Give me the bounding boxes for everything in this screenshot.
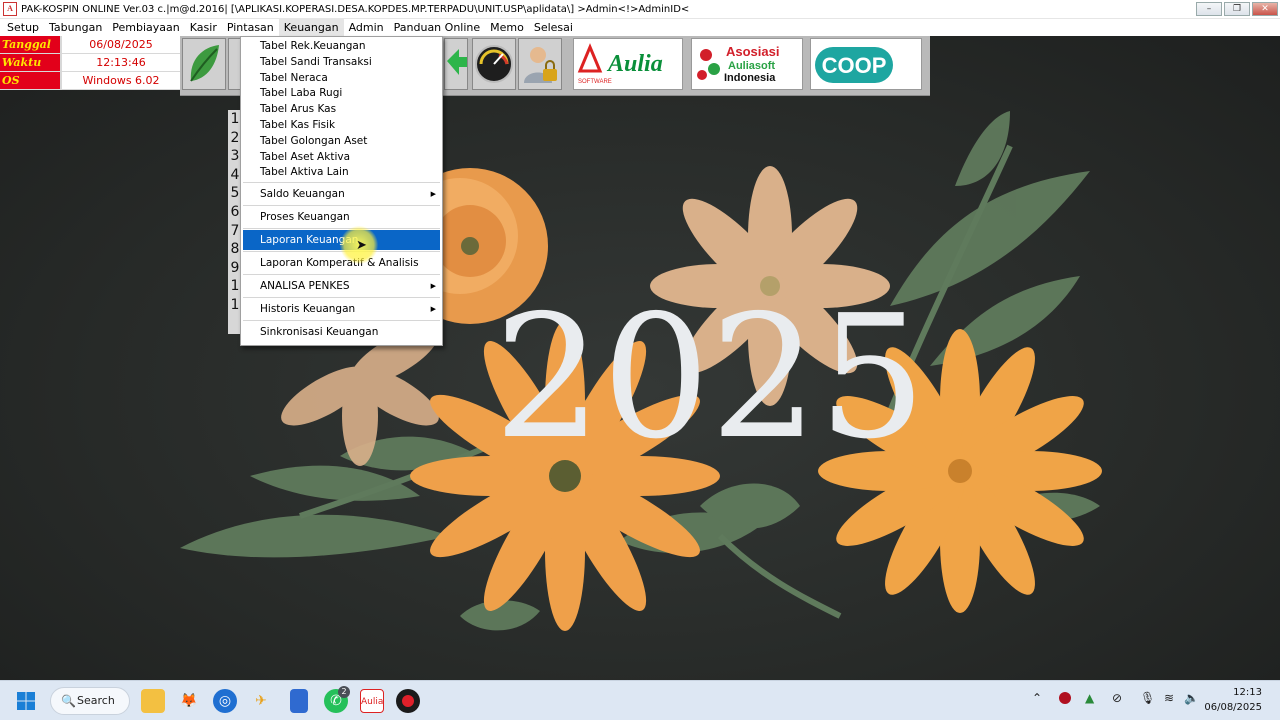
menu-saldo-keuangan[interactable]: Saldo Keuangan ▶ (241, 184, 442, 204)
notification-badge: 2 (338, 686, 350, 698)
paper-flower-artwork: 2025 (180, 111, 1102, 631)
menu-proses-keuangan[interactable]: Proses Keuangan (241, 207, 442, 227)
time-value: 12:13:46 (62, 54, 180, 71)
menu-tabel-laba-rugi[interactable]: Tabel Laba Rugi (241, 86, 442, 102)
taskbar-search[interactable]: 🔍 Search (50, 687, 130, 715)
microphone-icon[interactable]: 🎙 (1140, 691, 1155, 705)
menu-separator (243, 297, 440, 299)
menu-pembiayaan[interactable]: Pembiayaan (107, 19, 184, 36)
menu-tabel-sandi-transaksi[interactable]: Tabel Sandi Transaksi (241, 55, 442, 71)
minimize-button[interactable]: – (1196, 2, 1222, 16)
network-off-icon[interactable]: ⊘ (1112, 691, 1122, 705)
search-label: Search (77, 694, 115, 707)
menu-panduan-online[interactable]: Panduan Online (389, 19, 486, 36)
menu-analisa-penkes[interactable]: ANALISA PENKES ▶ (241, 276, 442, 296)
gauge-tool-button[interactable] (472, 38, 516, 90)
menu-laporan-komperatif-analisis[interactable]: Laporan Komperatif & Analisis (241, 253, 442, 273)
app-icon[interactable]: A (3, 2, 17, 16)
bird-app-icon[interactable]: ✈ (249, 689, 273, 713)
title-bar: A PAK-KOSPIN ONLINE Ver.03 c.|m@d.2016| … (0, 0, 1280, 19)
speedometer-icon (475, 45, 513, 83)
menu-tabel-kas-fisik[interactable]: Tabel Kas Fisik (241, 118, 442, 134)
menu-separator (243, 274, 440, 276)
window-title: PAK-KOSPIN ONLINE Ver.03 c.|m@d.2016| [\… (21, 3, 690, 15)
menu-saldo-keuangan-label: Saldo Keuangan (260, 188, 345, 201)
menu-tabungan[interactable]: Tabungan (44, 19, 107, 36)
menu-separator (243, 320, 440, 322)
leaf-tool-button[interactable] (182, 38, 226, 90)
fox-app-icon[interactable]: 🦊 (177, 689, 201, 713)
menu-tabel-arus-kas[interactable]: Tabel Arus Kas (241, 102, 442, 118)
browser-icon[interactable]: ◎ (213, 689, 237, 713)
menu-analisa-penkes-label: ANALISA PENKES (260, 280, 350, 293)
notepad-icon[interactable] (290, 689, 308, 713)
submenu-arrow-icon: ▶ (430, 282, 436, 291)
info-panel: Tanggal 06/08/2025 Waktu 12:13:46 OS Win… (0, 36, 180, 90)
menu-selesai[interactable]: Selesai (529, 19, 578, 36)
screen-recorder-icon[interactable] (396, 689, 420, 713)
menu-tabel-aset-aktiva[interactable]: Tabel Aset Aktiva (241, 150, 442, 166)
user-lock-tool-button[interactable] (518, 38, 562, 90)
aulia-software-logo[interactable]: Aulia SOFTWARE (573, 38, 683, 90)
menu-keuangan[interactable]: Keuangan (278, 19, 344, 36)
tray-overflow-icon[interactable]: ⌃ (1032, 691, 1042, 705)
menu-pintasan[interactable]: Pintasan (222, 19, 279, 36)
mouse-pointer-icon: ➤ (356, 238, 367, 253)
close-button[interactable]: ✕ (1252, 2, 1278, 16)
os-label: OS (0, 72, 60, 89)
taskbar: 🔍 Search 🦊 ◎ ✈ ✆ 2 Aulia ⌃ ▲ ⊘ 🎙 ≋ 🔈 12:… (0, 680, 1280, 720)
asosiasi-auliasoft-logo[interactable]: Asosiasi Auliasoft Indonesia (691, 38, 803, 90)
date-label: Tanggal (0, 36, 60, 53)
green-arrow-icon (447, 49, 467, 75)
restore-button[interactable]: ❐ (1224, 2, 1250, 16)
svg-text:SOFTWARE: SOFTWARE (578, 79, 612, 85)
windows-start-icon[interactable] (14, 689, 38, 713)
date-value: 06/08/2025 (62, 36, 180, 53)
svg-text:Asosiasi: Asosiasi (726, 44, 779, 59)
menu-tabel-rek-keuangan[interactable]: Tabel Rek.Keuangan (241, 39, 442, 55)
coop-logo[interactable]: COOP (810, 38, 922, 90)
clock-date: 06/08/2025 (1204, 702, 1262, 713)
arrow-tool-button[interactable] (444, 38, 468, 90)
svg-text:Auliasoft: Auliasoft (728, 60, 775, 72)
search-icon: 🔍 (61, 694, 76, 708)
volume-icon[interactable]: 🔈 (1184, 691, 1199, 705)
desktop-wallpaper: 2025 (0, 36, 1280, 680)
menu-historis-keuangan[interactable]: Historis Keuangan ▶ (241, 299, 442, 319)
menu-tabel-neraca[interactable]: Tabel Neraca (241, 71, 442, 87)
menu-kasir[interactable]: Kasir (185, 19, 222, 36)
drive-icon[interactable]: ▲ (1085, 691, 1094, 705)
time-label: Waktu (0, 54, 60, 71)
menu-setup[interactable]: Setup (2, 19, 44, 36)
menu-historis-keuangan-label: Historis Keuangan (260, 303, 356, 316)
submenu-arrow-icon: ▶ (430, 190, 436, 199)
os-value: Windows 6.02 (62, 72, 180, 89)
menu-bar: Setup Tabungan Pembiayaan Kasir Pintasan… (0, 19, 1280, 36)
menu-separator (243, 205, 440, 207)
leaf-icon (190, 45, 219, 82)
submenu-arrow-icon: ▶ (430, 305, 436, 314)
wallpaper-year: 2025 (494, 279, 927, 477)
user-lock-icon (524, 47, 557, 83)
svg-text:COOP: COOP (822, 53, 887, 78)
menu-tabel-golongan-aset[interactable]: Tabel Golongan Aset (241, 134, 442, 150)
aulia-app-icon[interactable]: Aulia (360, 689, 384, 713)
svg-text:Indonesia: Indonesia (724, 72, 776, 84)
wifi-icon[interactable]: ≋ (1164, 691, 1174, 705)
menu-tabel-aktiva-lain[interactable]: Tabel Aktiva Lain (241, 165, 442, 181)
menu-admin[interactable]: Admin (344, 19, 389, 36)
keuangan-dropdown-menu: Tabel Rek.Keuangan Tabel Sandi Transaksi… (240, 36, 443, 346)
recording-indicator-icon[interactable] (1058, 691, 1072, 708)
clock-time: 12:13 (1233, 687, 1262, 698)
taskbar-clock[interactable]: 12:13 06/08/2025 (1204, 685, 1262, 715)
svg-text:Aulia: Aulia (606, 51, 663, 77)
menu-memo[interactable]: Memo (485, 19, 529, 36)
menu-separator (243, 182, 440, 184)
window-controls: – ❐ ✕ (1196, 2, 1278, 16)
file-explorer-icon[interactable] (141, 689, 165, 713)
menu-sinkronisasi-keuangan[interactable]: Sinkronisasi Keuangan (241, 322, 442, 342)
menu-separator (243, 228, 440, 230)
